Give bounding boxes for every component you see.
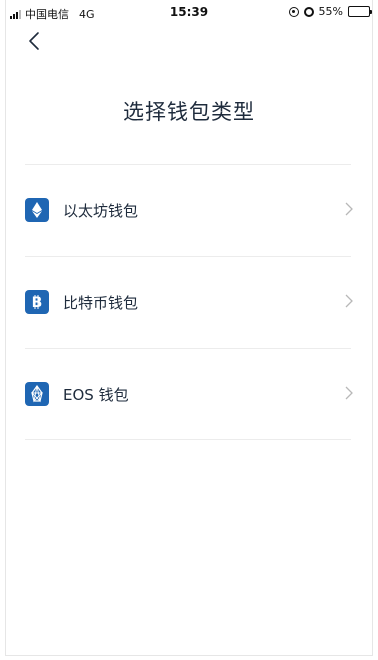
eos-icon xyxy=(25,382,49,406)
wallet-label: 以太坊钱包 xyxy=(63,201,139,220)
battery-icon xyxy=(348,6,372,17)
divider xyxy=(25,164,351,165)
divider xyxy=(25,348,351,349)
chevron-right-icon xyxy=(345,202,353,216)
wallet-label: EOS 钱包 xyxy=(63,385,129,404)
alarm-icon xyxy=(303,6,314,17)
wallet-item-bitcoin[interactable]: B 比特币钱包 xyxy=(25,272,355,332)
wallet-label: 比特币钱包 xyxy=(63,293,139,312)
divider xyxy=(25,439,351,440)
chevron-right-icon xyxy=(345,294,353,308)
svg-text:B: B xyxy=(32,295,43,310)
back-button[interactable] xyxy=(22,28,46,54)
chevron-right-icon xyxy=(345,386,353,400)
page-title: 选择钱包类型 xyxy=(123,100,255,124)
battery-percent: 55% xyxy=(318,5,343,18)
divider xyxy=(25,256,351,257)
status-bar: 中国电信 4G 15:39 55% xyxy=(0,0,378,24)
status-right: 55% xyxy=(288,5,372,18)
ethereum-icon xyxy=(25,198,49,222)
rotation-lock-icon xyxy=(288,6,299,17)
wallet-item-ethereum[interactable]: 以太坊钱包 xyxy=(25,180,355,240)
wallet-item-eos[interactable]: EOS 钱包 xyxy=(25,364,355,424)
bitcoin-icon: B xyxy=(25,290,49,314)
chevron-left-icon xyxy=(29,32,39,50)
